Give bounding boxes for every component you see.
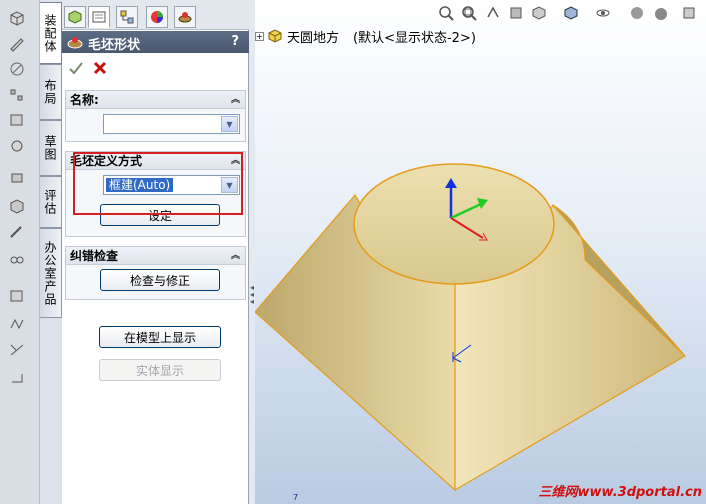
view-settings-icon[interactable]	[681, 5, 697, 21]
solid-display-button: 实体显示	[99, 359, 221, 381]
configuration-label: (默认<显示状态-2>)	[353, 30, 476, 46]
hide-show-items-icon[interactable]	[595, 5, 611, 21]
mirror-icon[interactable]	[8, 288, 26, 304]
correction-group-label: 纠错检查	[70, 249, 119, 263]
tab-layout[interactable]: 布局	[40, 64, 62, 120]
display-style-icon[interactable]	[563, 5, 579, 21]
apply-scene-icon[interactable]	[653, 5, 669, 21]
appearance-tab[interactable]	[146, 6, 168, 28]
assembly-icon[interactable]	[8, 138, 26, 154]
zoom-to-fit-icon[interactable]	[438, 5, 454, 21]
component-icon[interactable]	[8, 112, 26, 128]
tab-evaluate-label: 评估	[43, 189, 57, 215]
command-toolbar	[0, 0, 40, 504]
name-group: 名称: ︽ ▼	[65, 90, 246, 142]
graphics-viewport[interactable]: + 天圆地方 (默认<显示状态-2>) 7 三维网www.3dportal.cn	[255, 0, 706, 504]
heads-up-view-toolbar	[255, 3, 706, 23]
tab-assembly[interactable]: 装配体	[40, 2, 62, 64]
zoom-area-icon[interactable]	[461, 5, 477, 21]
features-icon[interactable]	[8, 61, 26, 77]
model-top-face	[353, 163, 555, 285]
view-icon[interactable]	[8, 198, 26, 214]
edit-appearance-icon[interactable]	[629, 5, 645, 21]
section-view-icon[interactable]	[508, 5, 524, 21]
expand-icon[interactable]: +	[255, 31, 264, 41]
collapse-icon[interactable]: ︽	[231, 91, 240, 109]
weld-icon[interactable]	[8, 342, 26, 358]
name-combo[interactable]: ▼	[103, 114, 240, 134]
command-manager-tabs: 装配体 布局 草图 评估 办公室产品	[40, 0, 62, 504]
cancel-x-icon[interactable]	[92, 60, 108, 76]
pattern-icon[interactable]	[8, 316, 26, 332]
highlight-box	[73, 152, 243, 215]
measure-icon[interactable]	[8, 252, 26, 268]
tab-office-label: 办公室产品	[43, 240, 57, 306]
help-button[interactable]: ?	[231, 34, 239, 49]
chevron-down-icon[interactable]: ▼	[221, 116, 238, 132]
tab-sketch[interactable]: 草图	[40, 120, 62, 176]
view-orientation-icon[interactable]	[531, 5, 547, 21]
mate-icon[interactable]	[8, 87, 26, 103]
check-and-fix-button[interactable]: 检查与修正	[100, 269, 220, 291]
collapse-icon[interactable]: ︽	[231, 247, 240, 265]
part-icon[interactable]	[8, 10, 26, 26]
correction-group-title[interactable]: 纠错检查 ︽	[66, 247, 245, 265]
property-manager-tab[interactable]	[88, 6, 110, 28]
correction-group: 纠错检查 ︽ 检查与修正	[65, 246, 246, 300]
tab-assembly-label: 装配体	[43, 13, 57, 53]
axis-label: 7	[293, 493, 299, 502]
tab-evaluate[interactable]: 评估	[40, 176, 62, 228]
ok-check-icon[interactable]	[68, 60, 84, 76]
tab-sketch-label: 草图	[43, 135, 57, 161]
feature-tree-root[interactable]: + 天圆地方 (默认<显示状态-2>)	[255, 26, 476, 46]
explode-icon[interactable]	[8, 170, 26, 186]
drawing-icon[interactable]	[8, 370, 26, 386]
configuration-manager-tab[interactable]	[116, 6, 138, 28]
tab-layout-label: 布局	[43, 79, 57, 105]
show-on-model-button[interactable]: 在模型上显示	[99, 326, 221, 348]
manager-tabs	[62, 0, 249, 30]
collapse-panel-icon[interactable]: ◂ ◂ ◂	[250, 284, 254, 306]
previous-view-icon[interactable]	[485, 5, 501, 21]
blank-shape-icon	[67, 37, 83, 49]
name-group-label: 名称:	[70, 93, 99, 107]
display-manager-tab[interactable]	[174, 6, 196, 28]
property-manager-panel: 毛坯形状 ? 名称: ︽ ▼ 毛坯定义方式 ︽ 框建(Auto) ▼ 设定 纠错检查…	[62, 0, 249, 504]
name-group-title[interactable]: 名称: ︽	[66, 91, 245, 109]
watermark: 三维网www.3dportal.cn	[538, 485, 702, 500]
sketch-icon[interactable]	[8, 36, 26, 52]
bom-icon[interactable]	[8, 224, 26, 240]
tree-root-label: 天圆地方	[287, 30, 340, 46]
feature-manager-tab[interactable]	[64, 6, 86, 28]
model-render	[255, 163, 686, 492]
property-manager-header: 毛坯形状 ?	[62, 31, 249, 53]
tab-office-products[interactable]: 办公室产品	[40, 228, 62, 318]
property-manager-title: 毛坯形状	[88, 38, 141, 53]
assembly-icon	[268, 29, 282, 43]
